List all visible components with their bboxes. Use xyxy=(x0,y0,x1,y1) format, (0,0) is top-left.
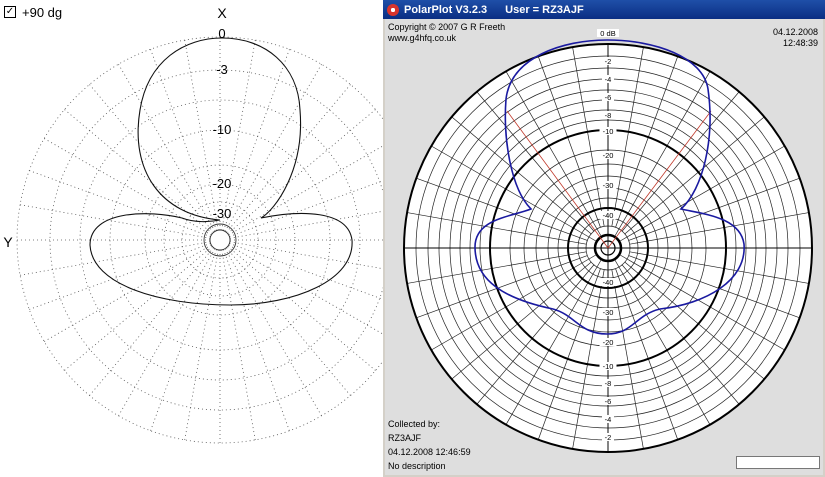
radial-gridline xyxy=(43,138,212,236)
scale-label-top: -8 xyxy=(605,111,612,120)
collector-name: RZ3AJF xyxy=(388,433,422,443)
inner-ring xyxy=(203,223,237,257)
date-text: 04.12.2008 xyxy=(772,27,818,37)
ring-label: -10 xyxy=(213,122,232,137)
scale-label-bottom: -40 xyxy=(603,278,614,287)
radial-gridline xyxy=(226,247,351,396)
radial-gridline xyxy=(224,248,322,417)
radial-gridline xyxy=(29,170,211,237)
radial-gridline xyxy=(221,249,256,440)
status-field xyxy=(736,456,820,469)
scale-label-bottom: -10 xyxy=(603,362,614,371)
radial-gridline xyxy=(227,109,376,234)
scale-label-top: -20 xyxy=(603,151,614,160)
description-text: No description xyxy=(388,461,446,471)
window-titlebar[interactable]: PolarPlot V3.2.3 User = RZ3AJF xyxy=(383,0,825,19)
collected-at-text: 04.12.2008 12:46:59 xyxy=(388,447,471,457)
inner-ring xyxy=(209,229,231,251)
scale-label-bottom: -8 xyxy=(605,379,612,388)
axis-x-label: X xyxy=(217,5,227,21)
radial-gridline xyxy=(184,249,219,440)
ring-label: -20 xyxy=(213,176,232,191)
website-text: www.g4hfq.co.uk xyxy=(388,33,457,43)
radial-gridline xyxy=(29,243,211,310)
collected-by-label: Collected by: xyxy=(388,419,441,429)
scale-label-bottom: -30 xyxy=(603,308,614,317)
scale-label-top: -10 xyxy=(603,127,614,136)
scale-label-bottom: -20 xyxy=(603,338,614,347)
ring-gridline xyxy=(49,69,383,411)
polarplot-window: PolarPlot V3.2.3 User = RZ3AJF 0 dB -2 -2 -… xyxy=(383,0,825,477)
plot-area: 0 dB -2 -2 -4 -4 -6 -6 -8 -8 -10 -10 -20 -20 -30 -30 -4… xyxy=(385,19,823,475)
ring-gridline xyxy=(16,36,383,444)
radial-gridline xyxy=(43,244,212,342)
radial-gridline xyxy=(223,49,290,231)
scale-label-bottom: -2 xyxy=(605,433,612,442)
checkbox-label: +90 dg xyxy=(22,4,63,20)
radial-gridline xyxy=(150,249,217,431)
radial-gridline xyxy=(227,246,376,371)
zero-db-label: 0 dB xyxy=(600,29,615,38)
scale-label-bottom: -6 xyxy=(605,397,612,406)
radial-gridline xyxy=(89,84,214,233)
radiation-pattern-curve xyxy=(89,37,353,306)
left-polar-plot: X Y 0 -3 -10 -20 -30 xyxy=(3,5,383,444)
scale-label-top: -40 xyxy=(603,211,614,220)
radial-gridline xyxy=(223,249,290,431)
window-user-label: User = RZ3AJF xyxy=(505,3,584,16)
radial-gridline xyxy=(229,241,383,270)
radial-gridline xyxy=(228,244,383,335)
scale-label-top: -30 xyxy=(603,181,614,190)
ring-gridline xyxy=(163,183,277,297)
plus90-checkbox-row[interactable]: ✓ +90 dg xyxy=(4,4,62,20)
radial-gridline xyxy=(118,248,216,417)
scale-label-bottom: -4 xyxy=(605,415,612,424)
ring-label: 0 xyxy=(218,26,225,41)
time-text: 12:48:39 xyxy=(782,38,818,48)
radial-gridline xyxy=(226,84,351,233)
radial-gridline xyxy=(228,145,383,236)
radial-gridline xyxy=(229,180,383,237)
radial-gridline xyxy=(229,243,383,300)
app-flower-icon xyxy=(387,3,399,16)
radial-gridline xyxy=(20,241,211,276)
axis-y-label: Y xyxy=(3,234,13,250)
radial-gridline xyxy=(150,49,217,231)
radial-gridline xyxy=(118,63,216,232)
copyright-text: Copyright © 2007 G R Freeth xyxy=(388,22,506,32)
scale-label-top: -4 xyxy=(605,75,612,84)
ring-label: -30 xyxy=(213,206,232,221)
scale-label-top: -2 xyxy=(605,57,612,66)
left-pattern-panel: X Y 0 -3 -10 -20 -30 ✓ +90 dg xyxy=(0,0,383,477)
checkbox-icon[interactable]: ✓ xyxy=(4,6,16,18)
scale-label-top: -6 xyxy=(605,93,612,102)
right-polar-plot: 0 dB -2 -2 -4 -4 -6 -6 -8 -8 -10 -10 -20 -20 -30 -30 -4… xyxy=(403,29,813,453)
window-title: PolarPlot V3.2.3 xyxy=(404,3,488,16)
ring-label: -3 xyxy=(216,62,228,77)
